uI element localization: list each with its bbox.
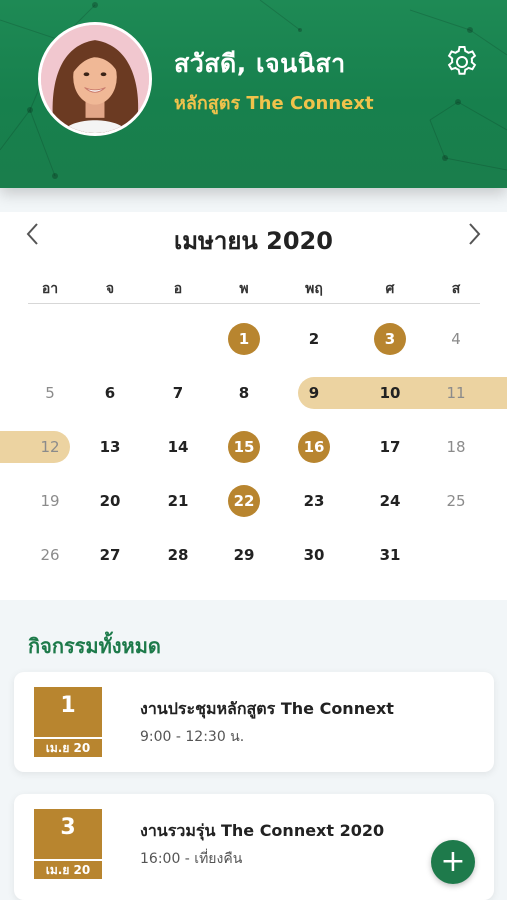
badge-day: 3 — [60, 815, 76, 840]
avatar[interactable] — [38, 22, 152, 136]
avatar-photo — [41, 25, 149, 133]
calendar-day[interactable]: 4 — [436, 319, 476, 359]
calendar-day[interactable]: 14 — [158, 427, 198, 467]
activity-card[interactable]: 1 เม.ย 20 งานประชุมหลักสูตร The Connext … — [14, 672, 494, 772]
calendar-day[interactable]: 27 — [90, 535, 130, 575]
gear-icon — [447, 46, 477, 75]
calendar-day[interactable]: 2 — [294, 319, 334, 359]
calendar-day[interactable]: 18 — [436, 427, 476, 467]
calendar-day[interactable]: 19 — [30, 481, 70, 521]
calendar-day[interactable]: 7 — [158, 373, 198, 413]
profile-header: สวัสดี, เจนนิสา หลักสูตร The Connext — [0, 0, 507, 188]
calendar-day[interactable]: 16 — [298, 431, 330, 463]
calendar-day[interactable]: 6 — [90, 373, 130, 413]
calendar-day[interactable]: 26 — [30, 535, 70, 575]
calendar-day[interactable]: 1 — [228, 323, 260, 355]
calendar-day[interactable]: 3 — [374, 323, 406, 355]
activity-time: 9:00 - 12:30 น. — [140, 729, 245, 745]
badge-day: 1 — [60, 693, 76, 718]
weekday-sat: ส — [451, 281, 461, 297]
calendar-day[interactable]: 10 — [370, 373, 410, 413]
calendar: เมษายน 2020 อา จ อ พ พฤ ศ ส 1 2 3 4 5 6 7 8 9 10 1… — [0, 212, 507, 600]
settings-button[interactable] — [444, 44, 480, 80]
calendar-day[interactable]: 11 — [436, 373, 476, 413]
course-name: หลักสูตร The Connext — [174, 93, 374, 114]
badge-month: เม.ย 20 — [34, 737, 102, 757]
calendar-day[interactable]: 30 — [294, 535, 334, 575]
calendar-day[interactable]: 9 — [294, 373, 334, 413]
calendar-day[interactable]: 20 — [90, 481, 130, 521]
next-month-button[interactable] — [463, 220, 485, 248]
activity-title: งานประชุมหลักสูตร The Connext — [140, 699, 394, 718]
badge-month: เม.ย 20 — [34, 859, 102, 879]
calendar-day[interactable]: 29 — [224, 535, 264, 575]
weekday-wed: พ — [239, 281, 249, 297]
weekday-divider — [28, 303, 480, 304]
plus-icon: + — [440, 844, 466, 879]
calendar-day[interactable]: 12 — [30, 427, 70, 467]
date-badge: 1 เม.ย 20 — [34, 687, 102, 757]
calendar-day[interactable]: 13 — [90, 427, 130, 467]
calendar-day[interactable]: 28 — [158, 535, 198, 575]
app-screen: สวัสดี, เจนนิสา หลักสูตร The Connext เมษ… — [0, 0, 507, 900]
activities-title: กิจกรรมทั้งหมด — [28, 634, 161, 658]
calendar-day[interactable]: 21 — [158, 481, 198, 521]
weekday-sun: อา — [41, 281, 59, 297]
calendar-day[interactable]: 8 — [224, 373, 264, 413]
calendar-day[interactable]: 23 — [294, 481, 334, 521]
weekday-thu: พฤ — [305, 281, 323, 297]
activity-title: งานรวมรุ่น The Connext 2020 — [140, 821, 385, 840]
activity-card[interactable]: 3 เม.ย 20 งานรวมรุ่น The Connext 2020 16… — [14, 794, 494, 900]
month-title: เมษายน 2020 — [174, 227, 333, 255]
calendar-day[interactable]: 31 — [370, 535, 410, 575]
calendar-day[interactable]: 22 — [228, 485, 260, 517]
greeting-text: สวัสดี, เจนนิสา — [174, 49, 346, 78]
calendar-day[interactable]: 17 — [370, 427, 410, 467]
calendar-day[interactable]: 5 — [30, 373, 70, 413]
weekday-mon: จ — [105, 281, 115, 297]
calendar-day[interactable]: 25 — [436, 481, 476, 521]
chevron-right-icon — [469, 223, 481, 245]
date-badge: 3 เม.ย 20 — [34, 809, 102, 879]
add-activity-button[interactable]: + — [431, 840, 475, 884]
calendar-day[interactable]: 24 — [370, 481, 410, 521]
weekday-tue: อ — [173, 281, 183, 297]
weekday-fri: ศ — [385, 281, 395, 297]
calendar-day[interactable]: 15 — [228, 431, 260, 463]
activity-time: 16:00 - เที่ยงคืน — [140, 851, 243, 867]
